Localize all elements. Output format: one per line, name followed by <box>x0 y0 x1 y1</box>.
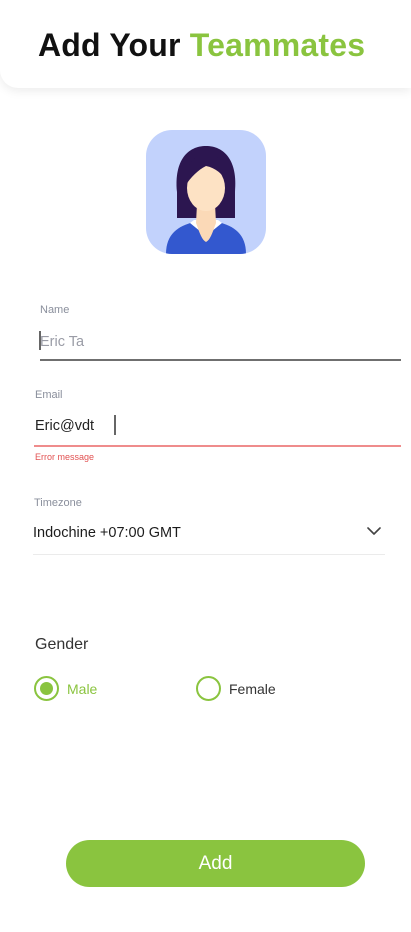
email-error-message: Error message <box>35 452 95 462</box>
name-caret <box>39 331 41 350</box>
title-part-2: Teammates <box>189 27 366 63</box>
gender-label: Gender <box>35 636 89 653</box>
radio-label-female: Female <box>229 680 276 697</box>
name-label: Name <box>40 304 70 316</box>
timezone-select[interactable]: Indochine +07:00 GMT <box>33 516 385 555</box>
gender-radio-female[interactable]: Female <box>196 676 276 701</box>
title-part-1: Add Your <box>38 27 181 63</box>
header: Add Your Teammates <box>0 0 411 88</box>
email-underline <box>34 445 401 447</box>
avatar[interactable] <box>146 130 266 254</box>
page-title: Add Your Teammates <box>38 24 365 66</box>
radio-label-male: Male <box>67 680 98 697</box>
chevron-down-icon <box>367 527 381 535</box>
email-field[interactable]: Eric@vdt <box>35 418 94 434</box>
person-avatar-icon <box>166 146 246 254</box>
radio-button-male[interactable] <box>34 676 59 701</box>
email-label: Email <box>35 389 63 401</box>
radio-button-female[interactable] <box>196 676 221 701</box>
radio-selected-dot <box>40 682 53 695</box>
timezone-value: Indochine +07:00 GMT <box>33 525 181 541</box>
add-button[interactable]: Add <box>66 840 365 887</box>
timezone-label: Timezone <box>34 497 82 509</box>
name-underline <box>40 359 401 361</box>
email-caret <box>114 415 116 435</box>
name-input[interactable] <box>40 332 380 352</box>
gender-radio-male[interactable]: Male <box>34 676 97 701</box>
